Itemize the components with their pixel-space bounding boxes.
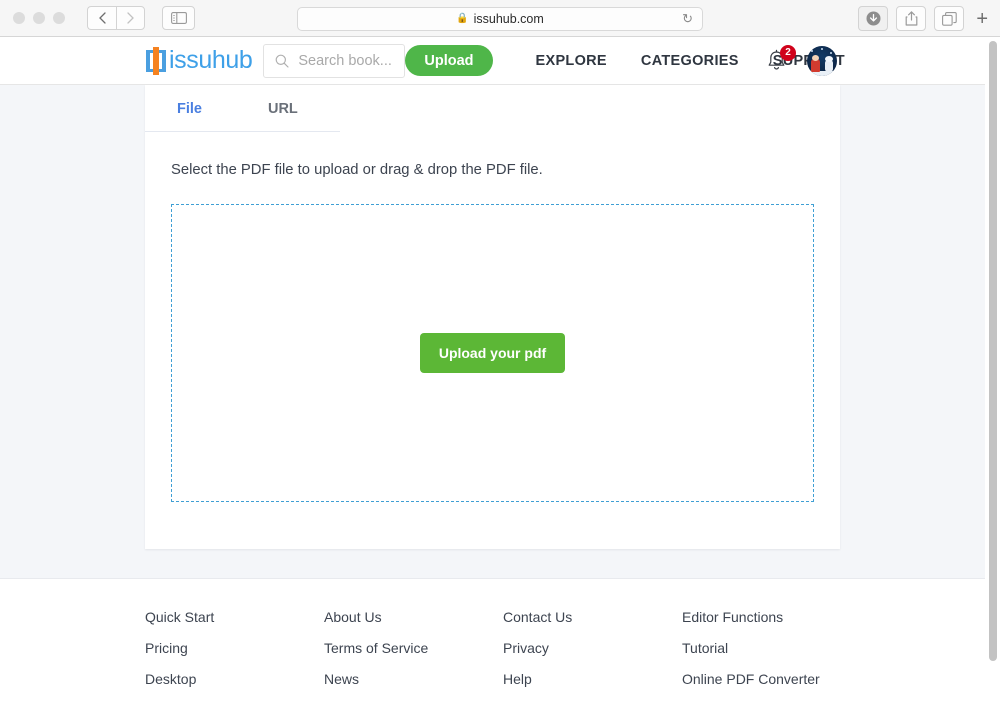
- upload-your-pdf-button[interactable]: Upload your pdf: [419, 333, 566, 373]
- new-tab-button[interactable]: +: [972, 9, 992, 29]
- browser-toolbar: 🔒 issuhub.com ↻ +: [0, 0, 1000, 37]
- footer-link-news[interactable]: News: [324, 671, 503, 687]
- sidebar-toggle-button[interactable]: [162, 6, 195, 30]
- url-text: issuhub.com: [473, 12, 544, 26]
- nav-link-explore[interactable]: EXPLORE: [536, 53, 607, 69]
- footer-link-terms-of-service[interactable]: Terms of Service: [324, 640, 503, 656]
- lock-icon: 🔒: [456, 13, 469, 24]
- reload-icon[interactable]: ↻: [682, 11, 693, 27]
- upload-button[interactable]: Upload: [405, 45, 493, 76]
- footer-link-about-us[interactable]: About Us: [324, 609, 503, 625]
- close-window-button[interactable]: [13, 12, 25, 24]
- footer-link-help[interactable]: Help: [503, 671, 682, 687]
- tab-overview-button[interactable]: [934, 6, 965, 31]
- page-viewport: issuhub Upload EXPLORE CATEGORIES SUPPOR…: [0, 37, 1000, 705]
- footer-column-4: Editor Functions Tutorial Online PDF Con…: [682, 609, 882, 702]
- upload-tabs: File URL: [145, 85, 840, 132]
- upload-instruction: Select the PDF file to upload or drag & …: [171, 162, 543, 178]
- notification-badge: 2: [780, 44, 796, 61]
- tab-divider: [145, 131, 340, 132]
- browser-right-tools: +: [858, 6, 992, 31]
- footer-link-online-pdf-converter[interactable]: Online PDF Converter: [682, 671, 882, 687]
- chevron-right-icon: [127, 12, 134, 24]
- navigation-buttons: [87, 6, 145, 30]
- sidebar-toggle-icon: [170, 12, 187, 24]
- tab-overview-icon: [941, 11, 957, 26]
- maximize-window-button[interactable]: [53, 12, 65, 24]
- logo-text: issuhub: [169, 46, 253, 74]
- footer-link-contact-us[interactable]: Contact Us: [503, 609, 682, 625]
- upload-card-body: Select the PDF file to upload or drag & …: [145, 132, 840, 502]
- header-right-tools: 2: [766, 44, 837, 76]
- page-scrollbar[interactable]: [985, 37, 1000, 705]
- downloads-button[interactable]: [858, 6, 889, 31]
- footer-link-editor-functions[interactable]: Editor Functions: [682, 609, 882, 625]
- pdf-dropzone[interactable]: Upload your pdf: [171, 204, 814, 502]
- download-icon: [866, 11, 881, 26]
- footer-link-quick-start[interactable]: Quick Start: [145, 609, 324, 625]
- notifications-button[interactable]: 2: [766, 44, 796, 73]
- back-button[interactable]: [87, 6, 116, 30]
- upload-card: File URL Select the PDF file to upload o…: [145, 85, 840, 549]
- share-icon: [905, 11, 918, 26]
- search-input[interactable]: [298, 52, 399, 69]
- main-content: File URL Select the PDF file to upload o…: [0, 85, 1000, 578]
- footer-link-privacy[interactable]: Privacy: [503, 640, 682, 656]
- window-traffic-lights: [13, 12, 65, 24]
- search-box[interactable]: [263, 43, 406, 78]
- user-avatar[interactable]: [807, 45, 837, 76]
- scrollbar-thumb[interactable]: [989, 41, 997, 661]
- tab-file[interactable]: File: [171, 87, 208, 131]
- site-footer: Quick Start Pricing Desktop About Us Ter…: [0, 578, 1000, 705]
- footer-column-1: Quick Start Pricing Desktop: [145, 609, 324, 702]
- site-logo[interactable]: issuhub: [145, 46, 253, 75]
- nav-link-categories[interactable]: CATEGORIES: [641, 53, 739, 69]
- share-button[interactable]: [896, 6, 927, 31]
- footer-column-2: About Us Terms of Service News: [324, 609, 503, 702]
- forward-button[interactable]: [116, 6, 145, 30]
- footer-link-pricing[interactable]: Pricing: [145, 640, 324, 656]
- issuhub-logo-icon: [145, 46, 167, 75]
- search-icon: [275, 54, 289, 68]
- site-header: issuhub Upload EXPLORE CATEGORIES SUPPOR…: [0, 37, 1000, 85]
- footer-link-desktop[interactable]: Desktop: [145, 671, 324, 687]
- chevron-left-icon: [98, 12, 106, 24]
- footer-columns: Quick Start Pricing Desktop About Us Ter…: [145, 609, 1000, 702]
- footer-column-3: Contact Us Privacy Help: [503, 609, 682, 702]
- minimize-window-button[interactable]: [33, 12, 45, 24]
- address-bar-content: 🔒 issuhub.com: [456, 12, 544, 26]
- footer-link-tutorial[interactable]: Tutorial: [682, 640, 882, 656]
- tab-url[interactable]: URL: [262, 87, 304, 131]
- address-bar[interactable]: 🔒 issuhub.com ↻: [297, 7, 703, 31]
